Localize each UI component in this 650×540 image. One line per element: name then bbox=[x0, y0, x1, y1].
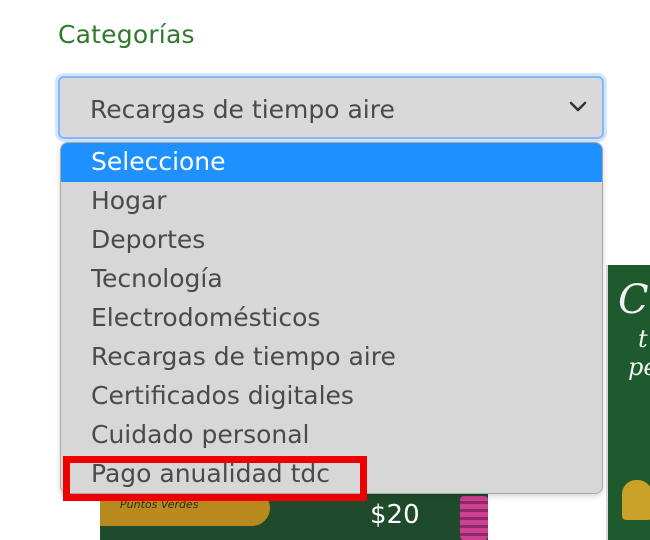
categories-select[interactable]: Recargas de tiempo aire bbox=[58, 76, 604, 139]
product-card-right[interactable]: Ca t pe bbox=[606, 265, 650, 540]
card-script-text: Ca bbox=[618, 277, 650, 323]
page: Categorías Recargas de tiempo aire Punto… bbox=[0, 0, 650, 540]
option-deportes[interactable]: Deportes bbox=[61, 221, 602, 260]
option-tecnologia[interactable]: Tecnología bbox=[61, 260, 602, 299]
card-ribbon-text: Puntos Verdes bbox=[120, 498, 199, 511]
categories-dropdown-list: Seleccione Hogar Deportes Tecnología Ele… bbox=[60, 142, 603, 494]
card-price: $20 bbox=[370, 500, 420, 530]
card-script-text: t bbox=[638, 325, 648, 353]
option-certificados-digitales[interactable]: Certificados digitales bbox=[61, 377, 602, 416]
option-seleccione[interactable]: Seleccione bbox=[61, 143, 602, 182]
trophy-image bbox=[622, 480, 650, 520]
option-pago-anualidad-tdc[interactable]: Pago anualidad tdc bbox=[61, 455, 602, 493]
categories-label: Categorías bbox=[58, 20, 195, 49]
select-current-value: Recargas de tiempo aire bbox=[90, 95, 395, 124]
card-script-text: pe bbox=[628, 353, 650, 381]
option-recargas-tiempo-aire[interactable]: Recargas de tiempo aire bbox=[61, 338, 602, 377]
coin-stack-image bbox=[460, 496, 488, 540]
option-hogar[interactable]: Hogar bbox=[61, 182, 602, 221]
option-electrodomesticos[interactable]: Electrodomésticos bbox=[61, 299, 602, 338]
chevron-down-icon bbox=[569, 101, 587, 112]
option-cuidado-personal[interactable]: Cuidado personal bbox=[61, 416, 602, 455]
